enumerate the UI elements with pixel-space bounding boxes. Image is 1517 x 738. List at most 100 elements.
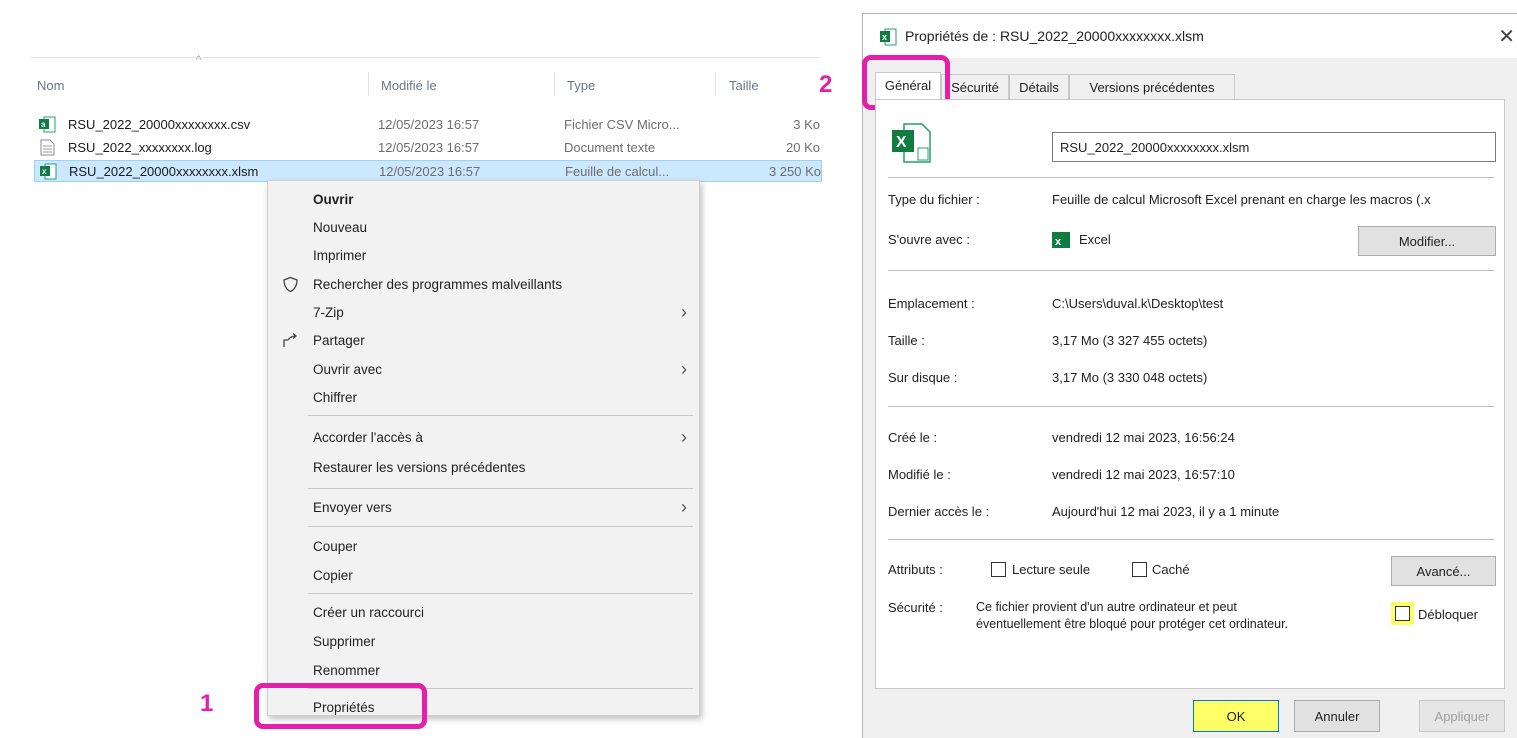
chevron-right-icon: › [681,497,687,517]
tab-security[interactable]: Sécurité [941,74,1009,100]
menu-item-copy[interactable]: Copier [268,562,699,590]
menu-item-encrypt[interactable]: Chiffrer [268,384,699,412]
column-separator[interactable] [368,72,369,96]
menu-item-new[interactable]: Nouveau [268,214,699,242]
readonly-label: Lecture seule [1012,562,1091,577]
file-row-selected[interactable]: x RSU_2022_20000xxxxxxxx.xlsm 12/05/2023… [34,160,822,182]
hidden-checkbox[interactable] [1132,562,1147,577]
menu-separator [308,415,693,416]
step-2-marker: 2 [819,71,833,98]
menu-item-share[interactable]: Partager [268,327,699,355]
location-label: Emplacement : [888,296,975,311]
menu-item-label: Restaurer les versions précédentes [313,460,526,475]
menu-item-open-with[interactable]: Ouvrir avec › [268,356,699,384]
menu-item-label: Renommer [313,663,380,678]
security-text-line2: éventuellement être bloqué pour protéger… [976,617,1289,631]
menu-item-print[interactable]: Imprimer [268,242,699,270]
disk-size-label: Sur disque : [888,370,958,385]
filename-field[interactable]: RSU_2022_20000xxxxxxxx.xlsm [1052,132,1496,162]
context-menu: Ouvrir Nouveau Imprimer Rechercher des p… [267,180,700,716]
tab-label: Sécurité [951,80,999,95]
modified-label: Modifié le : [888,467,951,482]
divider [888,270,1494,271]
file-size: 20 Ko [786,140,820,155]
opens-with-label: S'ouvre avec : [888,232,970,247]
text-file-icon [40,139,55,156]
chevron-right-icon: › [681,302,687,322]
apply-button[interactable]: Appliquer [1419,700,1505,732]
menu-item-open[interactable]: Ouvrir [268,186,699,214]
modify-button[interactable]: Modifier... [1358,226,1496,256]
column-separator[interactable] [554,72,555,96]
menu-item-7zip[interactable]: 7-Zip › [268,299,699,327]
file-type-label: Type du fichier : [888,192,980,207]
file-name: RSU_2022_20000xxxxxxxx.xlsm [69,164,259,179]
ok-button[interactable]: OK [1193,700,1279,732]
menu-item-cut[interactable]: Couper [268,533,699,561]
svg-text:a: a [41,120,46,129]
menu-separator [308,526,693,527]
menu-item-label: Ouvrir avec [313,362,383,377]
dialog-titlebar[interactable]: x Propriétés de : RSU_2022_20000xxxxxxxx… [863,14,1517,58]
tab-details[interactable]: Détails [1009,74,1069,100]
svg-text:x: x [882,32,887,42]
menu-item-label: Nouveau [313,220,368,235]
general-panel: X RSU_2022_20000xxxxxxxx.xlsm Type du fi… [875,99,1505,689]
column-header-name[interactable]: Nom [37,78,64,93]
menu-item-label: Couper [313,539,358,554]
column-separator[interactable] [715,72,716,96]
divider [888,539,1494,540]
shield-icon [283,276,298,293]
column-header-type[interactable]: Type [567,78,595,93]
menu-item-restore-versions[interactable]: Restaurer les versions précédentes [268,454,699,482]
excel-file-icon: X [892,123,931,163]
created-value: vendredi 12 mai 2023, 16:56:24 [1052,430,1235,445]
menu-item-grant-access[interactable]: Accorder l'accès à › [268,424,699,452]
sort-ascending-icon[interactable]: ^ [196,54,201,66]
column-header-size[interactable]: Taille [729,78,759,93]
menu-separator [308,488,693,489]
menu-item-label: Partager [313,333,365,348]
properties-dialog: x Propriétés de : RSU_2022_20000xxxxxxxx… [862,13,1517,738]
share-icon [283,333,298,347]
menu-item-label: Accorder l'accès à [313,430,423,445]
file-modified: 12/05/2023 16:57 [378,140,480,155]
size-value: 3,17 Mo (3 327 455 octets) [1052,333,1208,348]
menu-item-scan-malware[interactable]: Rechercher des programmes malveillants [268,271,699,299]
size-label: Taille : [888,333,925,348]
menu-item-rename[interactable]: Renommer [268,657,699,685]
unblock-checkbox[interactable] [1395,606,1410,621]
divider [888,177,1494,178]
menu-item-delete[interactable]: Supprimer [268,628,699,656]
file-size: 3 250 Ko [768,164,821,179]
close-icon[interactable]: ✕ [1498,24,1515,49]
menu-item-create-shortcut[interactable]: Créer un raccourci [268,599,699,627]
created-label: Créé le : [888,430,938,445]
file-name: RSU_2022_xxxxxxxx.log [68,140,212,155]
security-label: Sécurité : [888,600,943,615]
excel-app-icon: x [880,28,897,46]
file-row[interactable]: RSU_2022_xxxxxxxx.log 12/05/2023 16:57 D… [34,137,822,159]
tab-label: Détails [1019,80,1059,95]
chevron-right-icon: › [681,427,687,447]
highlight-properties [254,683,427,729]
svg-text:x: x [1055,236,1062,248]
menu-item-send-to[interactable]: Envoyer vers › [268,494,699,522]
file-type: Feuille de calcul... [565,164,670,179]
header-divider [30,57,820,58]
opens-with-value: Excel [1079,232,1111,247]
column-header-modified[interactable]: Modifié le [381,78,437,93]
readonly-checkbox[interactable] [991,562,1006,577]
cancel-button[interactable]: Annuler [1294,700,1380,732]
excel-icon: x [1052,232,1070,248]
disk-size-value: 3,17 Mo (3 330 048 octets) [1052,370,1208,385]
chevron-right-icon: › [681,359,687,379]
file-explorer: ^ Nom Modifié le Type Taille a RSU_2022_… [0,0,833,738]
svg-text:X: X [896,134,907,151]
file-row[interactable]: a RSU_2022_20000xxxxxxxx.csv 12/05/2023 … [34,114,822,136]
file-size: 3 Ko [793,117,820,132]
tab-previous-versions[interactable]: Versions précédentes [1069,74,1235,100]
excel-xlsm-icon: x [40,163,57,180]
file-type: Document texte [564,140,656,155]
advanced-button[interactable]: Avancé... [1391,556,1496,586]
